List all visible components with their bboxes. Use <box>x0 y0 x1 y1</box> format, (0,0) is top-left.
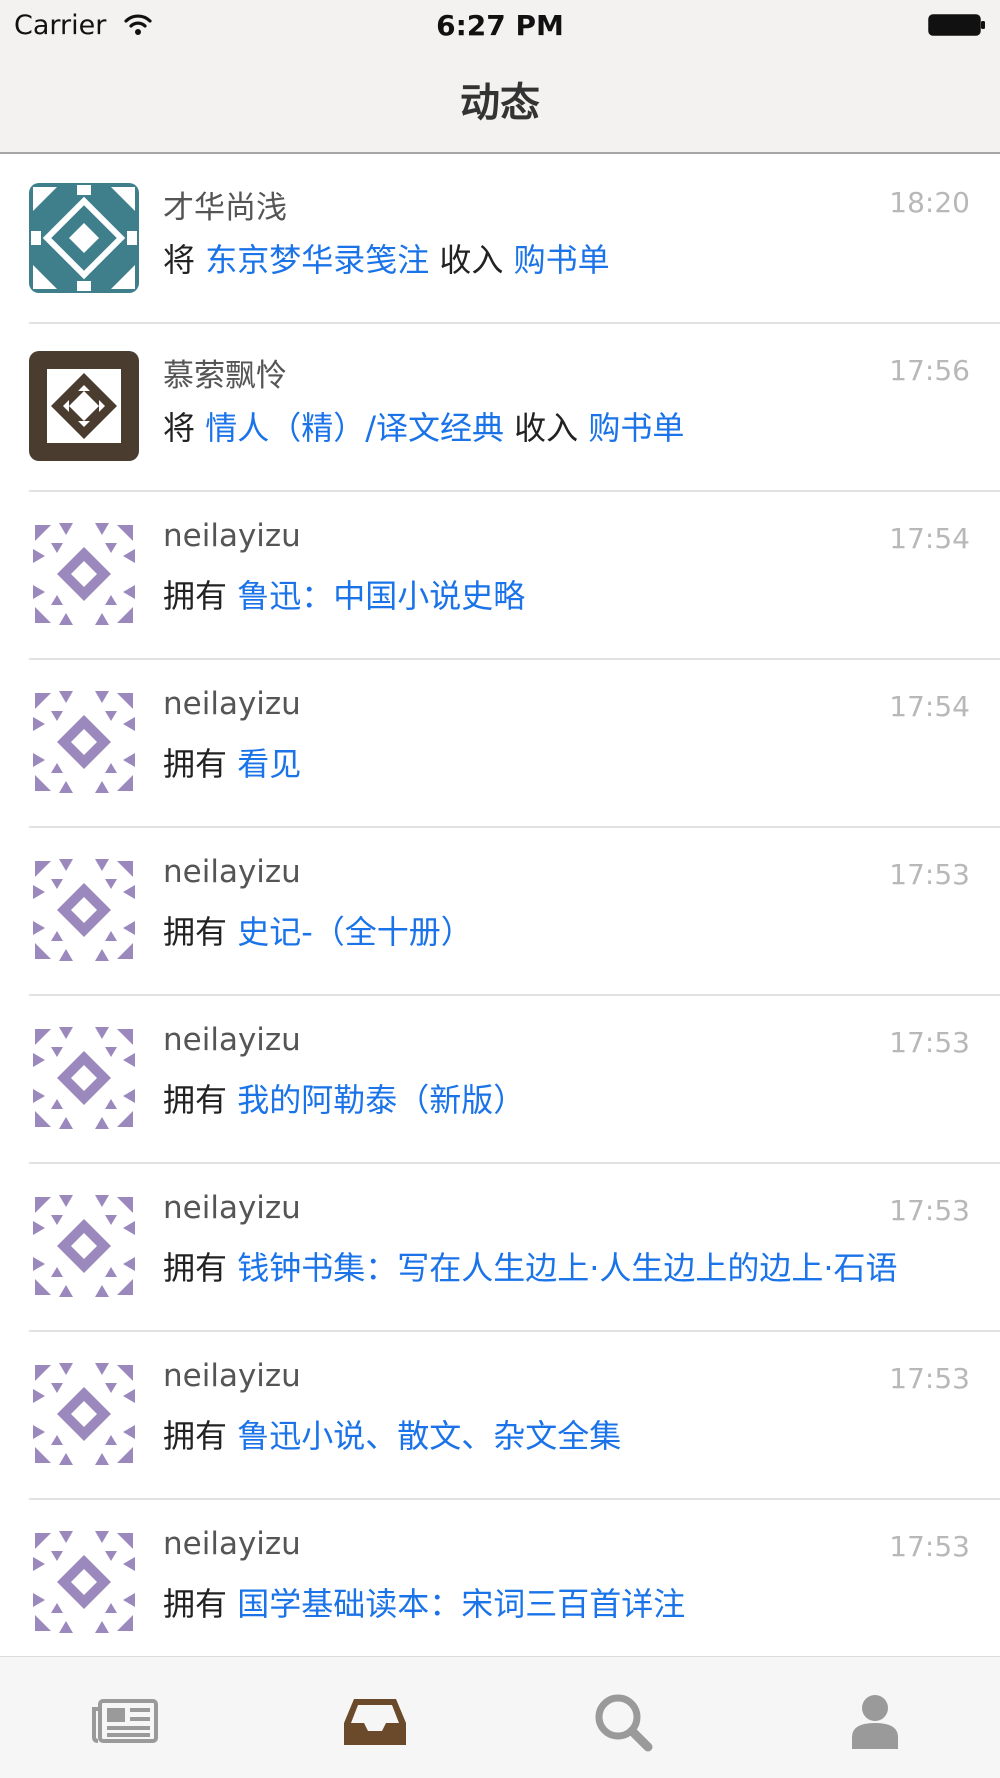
book-link[interactable]: 看见 <box>237 745 301 783</box>
feed-row[interactable]: neilayizu 17:53 拥有 我的阿勒泰（新版） <box>0 996 1000 1164</box>
avatar[interactable] <box>29 351 139 461</box>
list-link[interactable]: 购书单 <box>514 241 610 279</box>
tab-profile[interactable] <box>840 1691 910 1751</box>
timestamp: 17:53 <box>889 858 970 891</box>
feed-row[interactable]: neilayizu 17:54 拥有 鲁迅：中国小说史略 <box>0 492 1000 660</box>
username[interactable]: 慕萦飘怜 <box>163 350 287 395</box>
purple-pattern-avatar <box>29 1527 139 1637</box>
activity-feed[interactable]: 才华尚浅 18:20 将 东京梦华录笺注 收入 购书单 慕萦飘怜 17:56 将 情人（精… <box>0 156 1000 1656</box>
action-verb: 拥有 <box>163 1081 228 1119</box>
action-tail: 收入 <box>514 409 579 447</box>
status-bar: Carrier 6:27 PM <box>0 0 1000 50</box>
action-tail: 收入 <box>439 241 504 279</box>
activity-text: 拥有 我的阿勒泰（新版） <box>163 1075 525 1121</box>
purple-pattern-avatar <box>29 519 139 629</box>
activity-text: 拥有 看见 <box>163 739 301 785</box>
purple-pattern-avatar <box>29 855 139 965</box>
action-verb: 将 <box>163 241 196 279</box>
timestamp: 17:53 <box>889 1530 970 1563</box>
book-link[interactable]: 钱钟书集：写在人生边上·人生边上的边上·石语 <box>237 1249 897 1287</box>
newspaper-icon <box>92 1699 158 1743</box>
avatar[interactable] <box>29 519 139 629</box>
username[interactable]: neilayizu <box>163 1022 301 1058</box>
avatar[interactable] <box>29 855 139 965</box>
username[interactable]: 才华尚浅 <box>163 182 287 227</box>
activity-text: 将 情人（精）/译文经典 收入 购书单 <box>163 403 684 449</box>
search-icon <box>595 1694 653 1752</box>
avatar[interactable] <box>29 183 139 293</box>
dark-pattern-avatar <box>29 351 139 461</box>
feed-row[interactable]: neilayizu 17:53 拥有 国学基础读本：宋词三百首详注 <box>0 1500 1000 1656</box>
avatar[interactable] <box>29 1527 139 1637</box>
avatar[interactable] <box>29 1191 139 1301</box>
purple-pattern-avatar <box>29 1359 139 1469</box>
list-link[interactable]: 购书单 <box>588 409 684 447</box>
status-time: 6:27 PM <box>436 9 564 42</box>
avatar[interactable] <box>29 1023 139 1133</box>
page-title: 动态 <box>460 80 540 126</box>
purple-pattern-avatar <box>29 1191 139 1301</box>
action-verb: 拥有 <box>163 1249 228 1287</box>
activity-text: 拥有 钱钟书集：写在人生边上·人生边上的边上·石语 <box>163 1243 898 1289</box>
battery-icon <box>928 14 986 36</box>
book-link[interactable]: 国学基础读本：宋词三百首详注 <box>237 1585 685 1623</box>
feed-row[interactable]: neilayizu 17:53 拥有 钱钟书集：写在人生边上·人生边上的边上·石语 <box>0 1164 1000 1332</box>
username[interactable]: neilayizu <box>163 854 301 890</box>
timestamp: 17:53 <box>889 1194 970 1227</box>
feed-row[interactable]: neilayizu 17:53 拥有 史记-（全十册） <box>0 828 1000 996</box>
activity-text: 将 东京梦华录笺注 收入 购书单 <box>163 235 610 281</box>
timestamp: 17:53 <box>889 1026 970 1059</box>
tab-bar <box>0 1656 1000 1778</box>
action-verb: 拥有 <box>163 1417 228 1455</box>
tab-inbox[interactable] <box>340 1691 410 1751</box>
timestamp: 17:53 <box>889 1362 970 1395</box>
feed-row[interactable]: 才华尚浅 18:20 将 东京梦华录笺注 收入 购书单 <box>0 156 1000 324</box>
tab-news[interactable] <box>90 1691 160 1751</box>
book-link[interactable]: 鲁迅：中国小说史略 <box>237 577 525 615</box>
action-verb: 拥有 <box>163 745 228 783</box>
book-link[interactable]: 我的阿勒泰（新版） <box>237 1081 525 1119</box>
action-verb: 将 <box>163 409 196 447</box>
person-icon <box>852 1695 898 1749</box>
action-verb: 拥有 <box>163 1585 228 1623</box>
timestamp: 17:54 <box>889 690 970 723</box>
tab-search[interactable] <box>590 1691 660 1752</box>
username[interactable]: neilayizu <box>163 518 301 554</box>
feed-row[interactable]: neilayizu 17:54 拥有 看见 <box>0 660 1000 828</box>
action-verb: 拥有 <box>163 577 228 615</box>
inbox-tray-icon <box>344 1699 406 1745</box>
activity-text: 拥有 鲁迅：中国小说史略 <box>163 571 525 617</box>
book-link[interactable]: 史记-（全十册） <box>237 913 473 951</box>
activity-text: 拥有 国学基础读本：宋词三百首详注 <box>163 1579 685 1625</box>
purple-pattern-avatar <box>29 1023 139 1133</box>
feed-row[interactable]: 慕萦飘怜 17:56 将 情人（精）/译文经典 收入 购书单 <box>0 324 1000 492</box>
activity-text: 拥有 鲁迅小说、散文、杂文全集 <box>163 1411 621 1457</box>
timestamp: 17:54 <box>889 522 970 555</box>
username[interactable]: neilayizu <box>163 1190 301 1226</box>
feed-row[interactable]: neilayizu 17:53 拥有 鲁迅小说、散文、杂文全集 <box>0 1332 1000 1500</box>
book-link[interactable]: 鲁迅小说、散文、杂文全集 <box>237 1417 621 1455</box>
book-link[interactable]: 情人（精）/译文经典 <box>205 409 504 447</box>
username[interactable]: neilayizu <box>163 1358 301 1394</box>
action-verb: 拥有 <box>163 913 228 951</box>
activity-text: 拥有 史记-（全十册） <box>163 907 473 953</box>
teal-pattern-avatar <box>29 183 139 293</box>
avatar[interactable] <box>29 1359 139 1469</box>
timestamp: 17:56 <box>889 354 970 387</box>
username[interactable]: neilayizu <box>163 686 301 722</box>
top-bar: Carrier 6:27 PM 动态 <box>0 0 1000 154</box>
username[interactable]: neilayizu <box>163 1526 301 1562</box>
timestamp: 18:20 <box>889 186 970 219</box>
avatar[interactable] <box>29 687 139 797</box>
purple-pattern-avatar <box>29 687 139 797</box>
book-link[interactable]: 东京梦华录笺注 <box>205 241 429 279</box>
